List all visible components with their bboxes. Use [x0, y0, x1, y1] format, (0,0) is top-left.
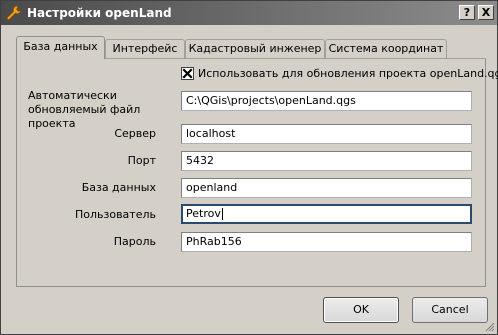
user-field[interactable]: Petrov	[181, 204, 472, 224]
password-label: Пароль	[113, 235, 156, 248]
tab-label: Система координат	[328, 42, 444, 55]
tab-cadastral-engineer[interactable]: Кадастровый инженер	[185, 39, 325, 58]
tab-database[interactable]: База данных	[16, 36, 105, 59]
tab-label: Кадастровый инженер	[188, 42, 322, 55]
project-file-label: Автоматически обновляемый файл проекта	[28, 89, 141, 130]
window-title: Настройки openLand	[27, 6, 172, 20]
server-field[interactable]: localhost	[181, 124, 472, 144]
password-field[interactable]: PhRab156	[181, 232, 472, 252]
tab-coordinate-system[interactable]: Система координат	[325, 39, 447, 58]
autoupdate-checkbox[interactable]	[181, 67, 194, 80]
port-label: Порт	[127, 154, 156, 167]
server-label: Сервер	[114, 127, 156, 140]
port-field[interactable]: 5432	[181, 151, 472, 171]
database-label: База данных	[81, 181, 156, 194]
user-label: Пользователь	[74, 208, 156, 221]
settings-dialog: Настройки openLand ? X База данных Интер…	[0, 0, 498, 335]
check-x-icon	[182, 68, 193, 79]
help-button[interactable]: ?	[459, 5, 475, 20]
ok-button[interactable]: OK	[323, 297, 399, 323]
text-caret	[221, 208, 223, 220]
close-icon: X	[481, 6, 491, 19]
project-file-field[interactable]: C:\QGis\projects\openLand.qgs	[181, 91, 472, 111]
wrench-icon	[6, 5, 22, 21]
autoupdate-checkbox-label: Использовать для обновления проекта open…	[198, 67, 498, 80]
database-field[interactable]: openland	[181, 178, 472, 198]
tab-interface[interactable]: Интерфейс	[105, 39, 185, 58]
user-field-value: Petrov	[186, 207, 221, 220]
title-bar[interactable]: Настройки openLand ? X	[1, 1, 497, 25]
close-button[interactable]: X	[478, 5, 494, 20]
tab-label: Интерфейс	[112, 42, 178, 55]
resize-grip-icon[interactable]	[483, 320, 495, 332]
cancel-button[interactable]: Cancel	[412, 297, 488, 323]
help-icon: ?	[463, 6, 471, 19]
tab-label: База данных	[23, 40, 98, 53]
